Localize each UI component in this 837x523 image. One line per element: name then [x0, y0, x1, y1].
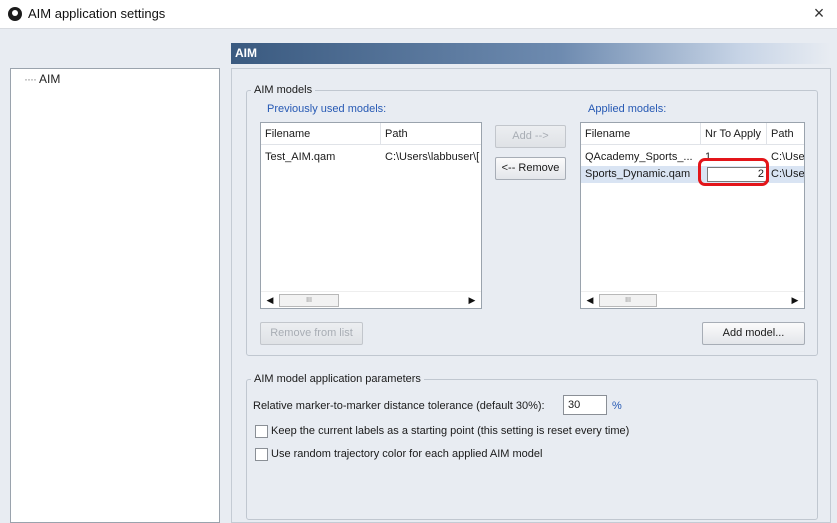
- tree-connector-icon: ····: [24, 72, 37, 86]
- random-color-checkbox[interactable]: [255, 448, 268, 461]
- list-header: Filename Nr To Apply Path: [581, 123, 804, 145]
- cell-filename: Test_AIM.qam: [265, 151, 336, 163]
- aim-parameters-legend: AIM model application parameters: [254, 373, 421, 385]
- content-panel: AIM models Previously used models: Appli…: [231, 68, 831, 523]
- title-bar: AIM application settings ×: [0, 0, 837, 28]
- cell-path: C:\Use: [771, 168, 805, 180]
- section-header: AIM: [231, 43, 831, 64]
- tolerance-input[interactable]: 30: [563, 395, 607, 415]
- previous-models-list[interactable]: Filename Path Test_AIM.qam C:\Users\labb…: [260, 122, 482, 309]
- column-header-path[interactable]: Path: [767, 123, 804, 145]
- cell-path: C:\Users\labbuser\[: [385, 151, 480, 163]
- remove-button[interactable]: <-- Remove: [495, 157, 566, 180]
- aim-models-legend: AIM models: [254, 84, 313, 96]
- applied-models-list[interactable]: Filename Nr To Apply Path QAcademy_Sport…: [580, 122, 805, 309]
- keep-labels-label[interactable]: Keep the current labels as a starting po…: [271, 425, 629, 437]
- scroll-left-icon[interactable]: ◀: [583, 293, 597, 308]
- close-icon[interactable]: ×: [809, 3, 829, 23]
- title-divider: [0, 28, 837, 29]
- add-button[interactable]: Add -->: [495, 125, 566, 148]
- scroll-thumb[interactable]: III: [599, 294, 657, 307]
- settings-tree[interactable]: ···· AIM: [10, 68, 220, 523]
- cell-path: C:\Use: [771, 151, 805, 163]
- remove-from-list-button[interactable]: Remove from list: [260, 322, 363, 345]
- horizontal-scrollbar[interactable]: ◀ III ▶: [261, 291, 481, 308]
- table-row[interactable]: QAcademy_Sports_... 1 C:\Use: [581, 149, 804, 166]
- scroll-right-icon[interactable]: ▶: [788, 293, 802, 308]
- cell-filename: QAcademy_Sports_...: [585, 151, 693, 163]
- applied-models-label: Applied models:: [588, 103, 667, 115]
- column-header-filename[interactable]: Filename: [581, 123, 701, 145]
- column-header-filename[interactable]: Filename: [261, 123, 381, 145]
- app-icon: [8, 7, 22, 21]
- add-model-button[interactable]: Add model...: [702, 322, 805, 345]
- cell-filename: Sports_Dynamic.qam: [585, 168, 691, 180]
- keep-labels-checkbox[interactable]: [255, 425, 268, 438]
- window-title: AIM application settings: [28, 6, 166, 21]
- table-row-selected[interactable]: Sports_Dynamic.qam 2 C:\Use: [581, 166, 804, 183]
- scroll-right-icon[interactable]: ▶: [465, 293, 479, 308]
- list-header: Filename Path: [261, 123, 481, 145]
- previously-used-label: Previously used models:: [267, 103, 387, 115]
- tolerance-unit: %: [612, 400, 622, 412]
- tree-item-aim[interactable]: ···· AIM: [24, 72, 60, 86]
- scroll-thumb[interactable]: III: [279, 294, 339, 307]
- aim-parameters-group: AIM model application parameters: [246, 373, 818, 520]
- highlight-annotation: [698, 158, 769, 186]
- scroll-left-icon[interactable]: ◀: [263, 293, 277, 308]
- tree-item-label: AIM: [38, 72, 61, 86]
- table-row[interactable]: Test_AIM.qam C:\Users\labbuser\[: [261, 149, 481, 166]
- column-header-nr-to-apply[interactable]: Nr To Apply: [701, 123, 767, 145]
- random-color-label[interactable]: Use random trajectory color for each app…: [271, 448, 542, 460]
- tolerance-label: Relative marker-to-marker distance toler…: [253, 400, 545, 412]
- column-header-path[interactable]: Path: [381, 123, 481, 145]
- horizontal-scrollbar[interactable]: ◀ III ▶: [581, 291, 804, 308]
